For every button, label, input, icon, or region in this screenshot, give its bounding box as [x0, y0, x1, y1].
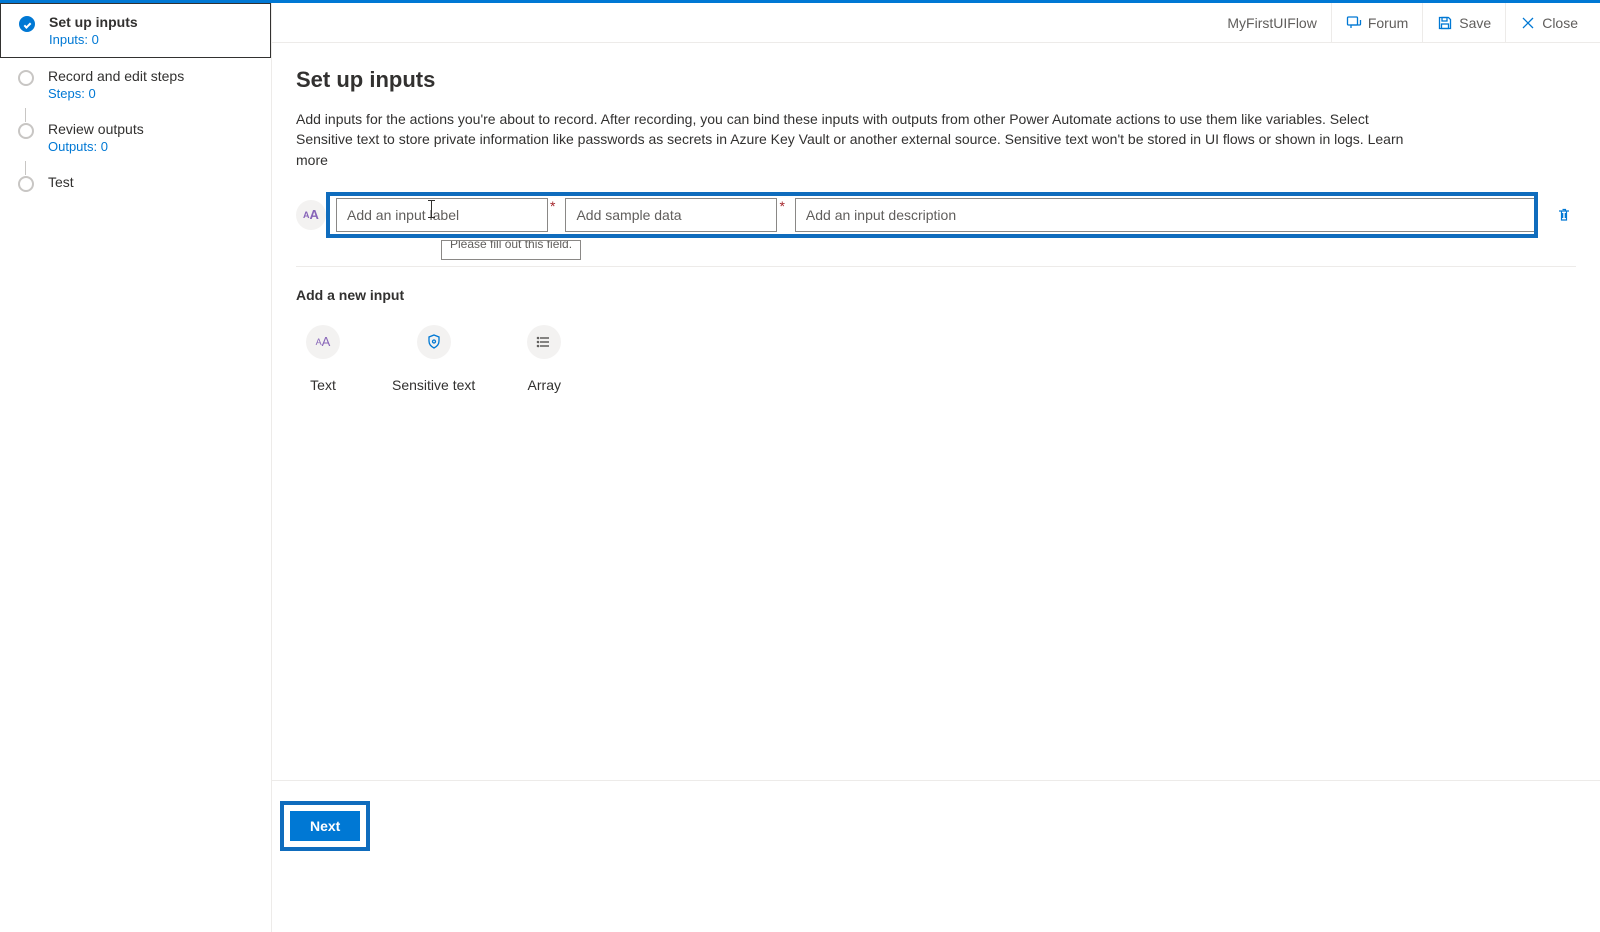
page-title: Set up inputs: [296, 67, 1576, 93]
sidebar: Set up inputs Inputs: 0 Record and edit …: [0, 3, 272, 932]
delete-input-button[interactable]: [1552, 203, 1576, 227]
required-asterisk: *: [550, 198, 555, 214]
input-type-options: AA Text Sensitive text Array: [296, 325, 1576, 393]
sample-data-field[interactable]: [565, 198, 777, 232]
footer: Next: [272, 780, 1600, 932]
list-icon: [527, 325, 561, 359]
save-icon: [1437, 15, 1453, 31]
step-bullet-icon: [18, 123, 34, 139]
next-button[interactable]: Next: [290, 811, 360, 841]
step-label: Test: [48, 174, 74, 190]
close-icon: [1520, 15, 1536, 31]
add-new-input-title: Add a new input: [296, 287, 1576, 303]
step-label: Set up inputs: [49, 14, 138, 30]
step-sub: Outputs: 0: [48, 139, 144, 154]
divider: [296, 266, 1576, 267]
input-row-container: AA * * Please fill out this field.: [296, 198, 1576, 232]
required-asterisk: *: [779, 198, 784, 214]
close-button[interactable]: Close: [1505, 3, 1592, 43]
input-row: AA * *: [296, 198, 1576, 232]
step-sub: Steps: 0: [48, 86, 184, 101]
flow-name: MyFirstUIFlow: [1213, 15, 1330, 31]
page-description: Add inputs for the actions you're about …: [296, 109, 1406, 170]
type-label: Text: [310, 377, 336, 393]
text-icon: AA: [306, 325, 340, 359]
step-bullet-icon: [18, 176, 34, 192]
type-option-sensitive[interactable]: Sensitive text: [392, 325, 475, 393]
text-type-icon: AA: [296, 200, 326, 230]
step-bullet-icon: [18, 70, 34, 86]
type-label: Array: [528, 377, 561, 393]
step-review-outputs[interactable]: Review outputs Outputs: 0: [0, 111, 271, 164]
text-cursor: [431, 200, 432, 218]
step-label: Review outputs: [48, 121, 144, 137]
type-label: Sensitive text: [392, 377, 475, 393]
step-record[interactable]: Record and edit steps Steps: 0: [0, 58, 271, 111]
step-label: Record and edit steps: [48, 68, 184, 84]
close-label: Close: [1542, 15, 1578, 31]
type-option-text[interactable]: AA Text: [306, 325, 340, 393]
tutorial-highlight-next: Next: [280, 801, 370, 851]
save-button[interactable]: Save: [1422, 3, 1505, 43]
type-option-array[interactable]: Array: [527, 325, 561, 393]
validation-tooltip: Please fill out this field.: [441, 240, 581, 260]
input-description-field[interactable]: [795, 198, 1536, 232]
trash-icon: [1556, 207, 1572, 223]
step-setup-inputs[interactable]: Set up inputs Inputs: 0: [0, 3, 271, 58]
step-bullet-icon: [19, 16, 35, 32]
step-sub: Inputs: 0: [49, 32, 138, 47]
input-label-field[interactable]: [336, 198, 548, 232]
forum-button[interactable]: Forum: [1331, 3, 1422, 43]
shield-icon: [417, 325, 451, 359]
step-test[interactable]: Test: [0, 164, 271, 202]
forum-icon: [1346, 15, 1362, 31]
save-label: Save: [1459, 15, 1491, 31]
forum-label: Forum: [1368, 15, 1408, 31]
